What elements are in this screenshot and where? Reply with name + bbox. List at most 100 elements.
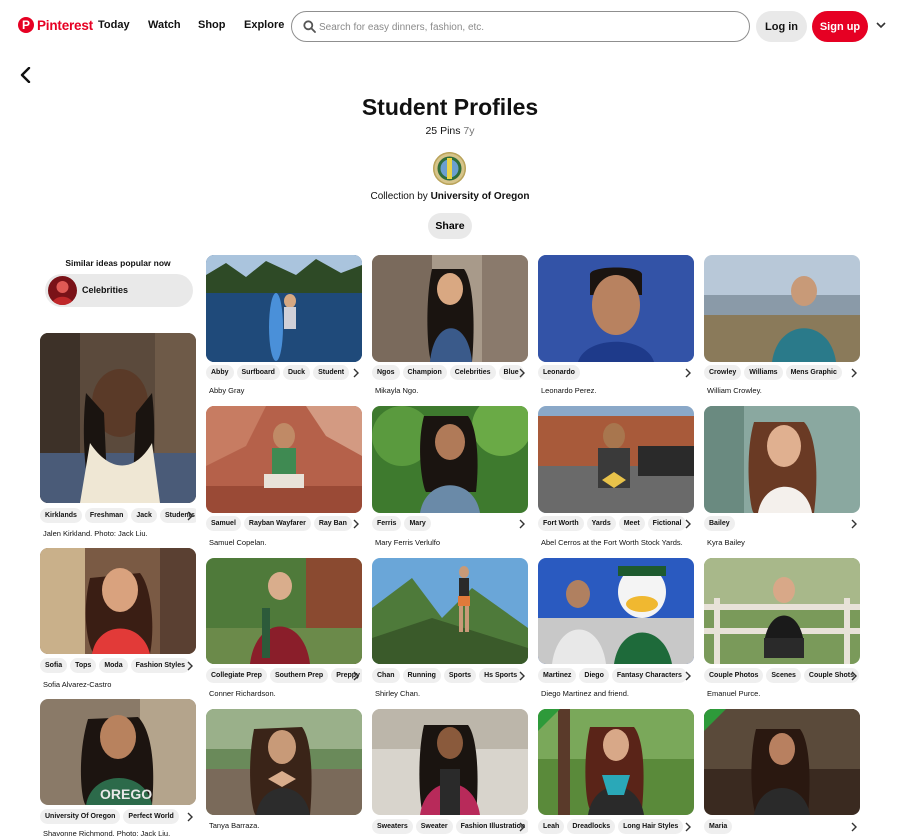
tag-chip[interactable]: Fort Worth	[538, 516, 584, 531]
login-button[interactable]: Log in	[756, 11, 807, 42]
tag-chip[interactable]: Leonardo	[538, 365, 580, 380]
tag-chip[interactable]: Meet	[618, 516, 645, 531]
tag-chip[interactable]: Maria	[704, 819, 733, 834]
tag-chip[interactable]: Sofia	[40, 658, 68, 673]
similar-idea-chip-celebrities[interactable]: Celebrities	[45, 274, 193, 307]
tag-chip[interactable]: Couple Photos	[704, 668, 764, 683]
tag-chip[interactable]: Sweaters	[372, 819, 413, 834]
pin-image[interactable]	[538, 709, 694, 815]
tag-chip[interactable]: Collegiate Prep	[206, 668, 267, 683]
search-input[interactable]	[319, 17, 729, 37]
chevron-right-icon[interactable]	[850, 671, 858, 681]
nav-shop[interactable]: Shop	[198, 19, 226, 31]
tag-chip[interactable]: Leah	[538, 819, 565, 834]
tag-chip[interactable]: Chan	[372, 668, 400, 683]
tag-chip[interactable]: Tops	[70, 658, 97, 673]
pinterest-logo[interactable]: P Pinterest	[18, 17, 93, 33]
chevron-right-icon[interactable]	[518, 368, 526, 378]
tag-chip[interactable]: Bailey	[704, 516, 735, 531]
tag-chip[interactable]: Running	[402, 668, 441, 683]
tag-chip[interactable]: Scenes	[766, 668, 801, 683]
chevron-right-icon[interactable]	[850, 822, 858, 832]
tag-chip[interactable]: Mary	[404, 516, 431, 531]
owner-name-link[interactable]: University of Oregon	[431, 191, 530, 202]
tag-chip[interactable]: Champion	[402, 365, 447, 380]
pin-image[interactable]	[372, 709, 528, 815]
chevron-right-icon[interactable]	[352, 368, 360, 378]
chevron-right-icon[interactable]	[850, 368, 858, 378]
pin-image[interactable]	[372, 255, 528, 362]
tag-chip[interactable]: Ray Ban	[313, 516, 352, 531]
nav-today[interactable]: Today	[98, 19, 130, 31]
pin-image[interactable]	[704, 709, 860, 815]
tag-chip[interactable]: Ngos	[372, 365, 400, 380]
pin-image[interactable]	[40, 548, 196, 654]
tag-chip[interactable]: Ferris	[372, 516, 402, 531]
chevron-right-icon[interactable]	[684, 368, 692, 378]
tag-chip[interactable]: Kirklands	[40, 508, 82, 523]
tag-chip[interactable]: Freshman	[84, 508, 129, 523]
tag-chip[interactable]: Student	[313, 365, 350, 380]
chevron-right-icon[interactable]	[518, 822, 526, 832]
pin-image[interactable]	[206, 255, 362, 362]
signup-button[interactable]: Sign up	[812, 11, 868, 42]
pin-image[interactable]: OREGO	[40, 699, 196, 805]
tag-chip[interactable]: Abby	[206, 365, 234, 380]
pin-image[interactable]	[538, 558, 694, 664]
chevron-right-icon[interactable]	[684, 671, 692, 681]
tag-chip[interactable]: Fashion Styles	[130, 658, 191, 673]
tag-chip[interactable]: Jack	[131, 508, 157, 523]
tag-chip[interactable]: Celebrities	[449, 365, 496, 380]
tag-chip[interactable]: Samuel	[206, 516, 241, 531]
pin-image[interactable]	[206, 558, 362, 664]
pin-image[interactable]	[40, 333, 196, 503]
pin-image[interactable]	[704, 406, 860, 513]
tag-chip[interactable]: Sports	[443, 668, 477, 683]
chevron-right-icon[interactable]	[850, 519, 858, 529]
pin-image[interactable]	[704, 558, 860, 664]
share-button[interactable]: Share	[428, 213, 472, 239]
tag-chip[interactable]: Perfect World	[123, 809, 179, 824]
tag-chip[interactable]: Fictional	[647, 516, 687, 531]
chevron-right-icon[interactable]	[186, 511, 194, 521]
back-arrow-icon[interactable]	[19, 67, 33, 83]
tag-chip[interactable]: Southern Prep	[269, 668, 329, 683]
search-bar[interactable]	[291, 11, 750, 42]
tag-chip[interactable]: Williams	[744, 365, 783, 380]
pin-caption: Tanya Barraza.	[209, 821, 260, 830]
pin-image[interactable]	[538, 255, 694, 362]
tag-chip[interactable]: Sweater	[415, 819, 453, 834]
pin-image[interactable]	[538, 406, 694, 513]
tag-chip[interactable]: Martinez	[538, 668, 577, 683]
chevron-right-icon[interactable]	[186, 812, 194, 822]
nav-watch[interactable]: Watch	[148, 19, 181, 31]
nav-explore[interactable]: Explore	[244, 19, 284, 31]
tag-chip[interactable]: Surfboard	[236, 365, 280, 380]
pin-image[interactable]	[206, 406, 362, 513]
chevron-right-icon[interactable]	[186, 661, 194, 671]
tag-chip[interactable]: Duck	[282, 365, 311, 380]
tag-chip[interactable]: Moda	[99, 658, 128, 673]
tag-chip[interactable]: Dreadlocks	[567, 819, 616, 834]
pin-image[interactable]	[206, 709, 362, 815]
tag-chip[interactable]: Rayban Wayfarer	[243, 516, 311, 531]
tag-chip[interactable]: Long Hair Styles	[618, 819, 684, 834]
pin-image[interactable]	[372, 558, 528, 664]
tag-chip[interactable]: University Of Oregon	[40, 809, 121, 824]
tag-chip[interactable]: Diego	[579, 668, 609, 683]
tag-chip[interactable]: Mens Graphic	[785, 365, 842, 380]
chevron-right-icon[interactable]	[352, 671, 360, 681]
tag-chip[interactable]: Yards	[586, 516, 616, 531]
tag-chip[interactable]: Hs Sports	[479, 668, 523, 683]
chevron-right-icon[interactable]	[518, 671, 526, 681]
chevron-right-icon[interactable]	[684, 822, 692, 832]
chevron-down-icon[interactable]	[876, 21, 886, 29]
pin-image[interactable]	[704, 255, 860, 362]
chevron-right-icon[interactable]	[352, 519, 360, 529]
tag-chip[interactable]: Crowley	[704, 365, 742, 380]
chevron-right-icon[interactable]	[684, 519, 692, 529]
pin-image[interactable]	[372, 406, 528, 513]
owner-avatar[interactable]	[433, 152, 466, 185]
chevron-right-icon[interactable]	[518, 519, 526, 529]
tag-chip[interactable]: Fantasy Characters	[611, 668, 687, 683]
